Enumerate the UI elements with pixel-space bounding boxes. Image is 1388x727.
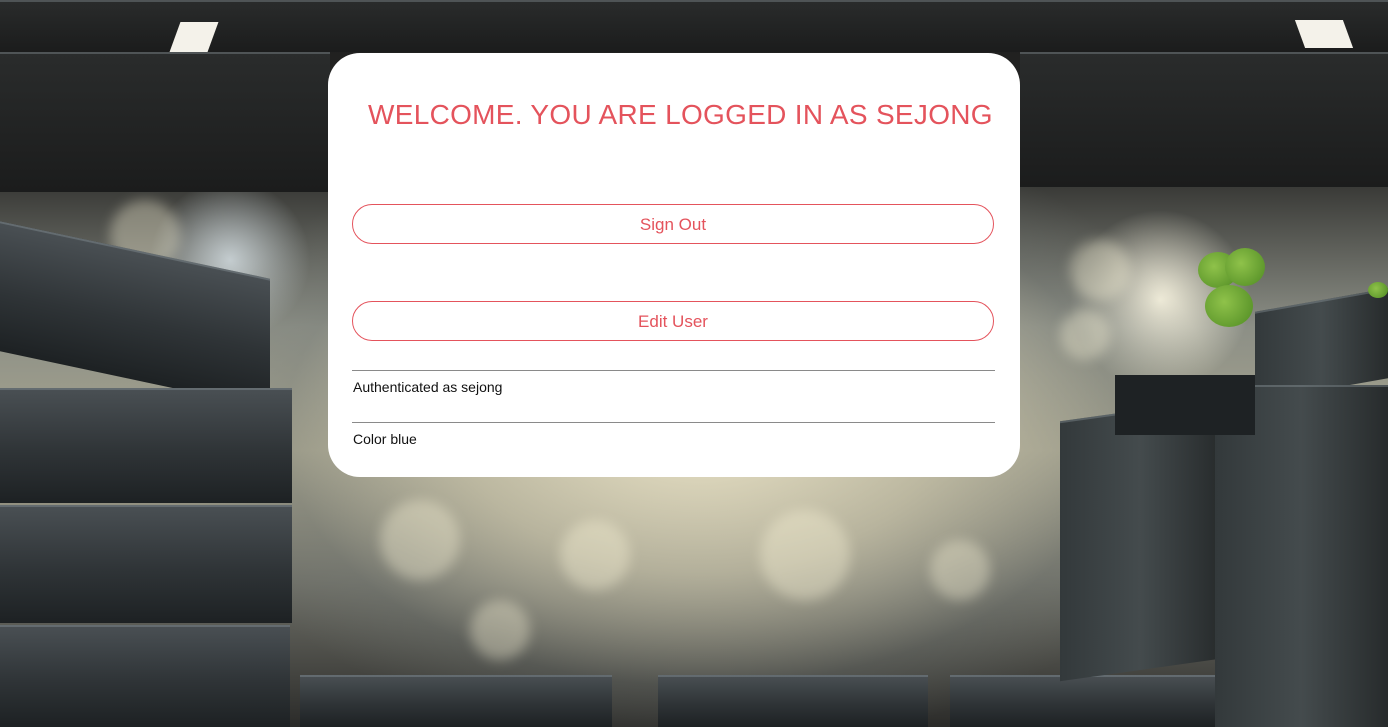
bokeh-light [560, 520, 630, 590]
light-gap [1294, 20, 1354, 48]
right-crate-plank [1215, 385, 1388, 727]
bokeh-light [1070, 240, 1130, 300]
authenticated-status-text: Authenticated as sejong [353, 379, 503, 395]
plant-leaf [1205, 285, 1253, 327]
plant-pot [1115, 375, 1255, 435]
bokeh-light [1060, 310, 1110, 360]
bottom-crate-plank [300, 675, 612, 727]
bokeh-light [470, 600, 530, 660]
bokeh-light [930, 540, 990, 600]
left-crate-plank [0, 625, 290, 727]
left-crate-plank [0, 221, 270, 409]
plant-leaf [1368, 282, 1388, 298]
welcome-title: WELCOME. YOU ARE LOGGED IN AS SEJONG [368, 99, 993, 130]
top-right-crate-plank [1020, 52, 1388, 187]
divider [352, 370, 995, 371]
welcome-card: WELCOME. YOU ARE LOGGED IN AS SEJONG Sig… [328, 53, 1020, 477]
plant-leaf [1225, 248, 1265, 286]
divider [352, 422, 995, 423]
bottom-crate-plank [658, 675, 928, 727]
user-color-text: Color blue [353, 431, 417, 447]
edit-user-button[interactable]: Edit User [352, 301, 994, 341]
sign-out-button[interactable]: Sign Out [352, 204, 994, 244]
left-crate-plank [0, 505, 292, 623]
right-crate-plank [1060, 398, 1220, 682]
bokeh-light [380, 500, 460, 580]
left-crate-plank [0, 388, 292, 503]
bokeh-light [760, 510, 850, 600]
top-left-crate-plank [0, 52, 330, 192]
